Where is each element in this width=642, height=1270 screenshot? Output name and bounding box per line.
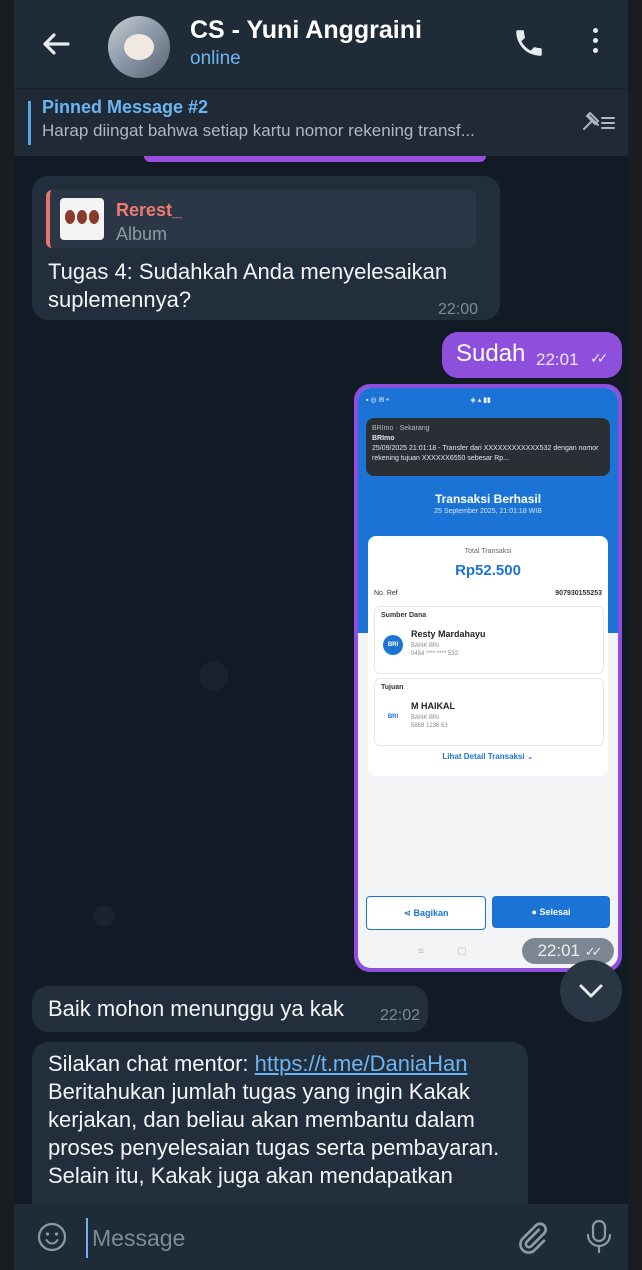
done-label: Selesai bbox=[539, 907, 571, 917]
transaction-date: 25 September 2025, 21:01:18 WIB bbox=[434, 508, 542, 515]
online-status: online bbox=[190, 48, 241, 69]
message-input-bar bbox=[14, 1204, 628, 1270]
source-bank: BANK BRI bbox=[411, 643, 440, 649]
outgoing-message[interactable]: Sudah 22:01 ✓✓ bbox=[442, 332, 622, 378]
destination-meta: BANK BRI 5868 1236 53 bbox=[411, 714, 448, 730]
message-text-cut: Selain itu, Kakak juga akan mendapatkan bbox=[48, 1163, 453, 1188]
pinned-text: Harap diingat bahwa setiap kartu nomor r… bbox=[42, 121, 475, 140]
message-body: Silakan chat mentor: https://t.me/DaniaH… bbox=[48, 1050, 522, 1190]
destination-box: Tujuan BRI M HAIKAL BANK BRI 5868 1236 5… bbox=[374, 678, 604, 746]
bank-logo-icon: BRI bbox=[383, 635, 403, 655]
read-receipt-icon: ✓✓ bbox=[590, 350, 609, 366]
transfer-receipt-screenshot[interactable]: ▪ ◎ ✉ • ◈ ▴ ▮▮ BRImo · Sekarang BRImo 25… bbox=[358, 388, 618, 968]
transaction-status: Transaksi Berhasil bbox=[434, 492, 542, 506]
reply-type: Album bbox=[116, 224, 168, 244]
incoming-message[interactable]: Baik mohon menunggu ya kak 22:02 bbox=[32, 986, 428, 1032]
amount: Rp52.500 bbox=[455, 562, 521, 579]
detail-link-text: Lihat Detail Transaksi bbox=[442, 752, 525, 761]
phone-icon[interactable] bbox=[512, 26, 546, 60]
avatar[interactable] bbox=[108, 16, 170, 78]
previous-media-edge bbox=[144, 156, 486, 162]
chevron-down-icon bbox=[579, 984, 603, 998]
chat-header: CS - Yuni Anggraini online bbox=[14, 0, 628, 88]
receipt-card: Total Transaksi Rp52.500 No. Ref 9079301… bbox=[368, 536, 608, 776]
status-bar-icons: ▪ ◎ ✉ • ◈ ▴ ▮▮ bbox=[366, 397, 491, 404]
pinned-title: Pinned Message #2 bbox=[42, 97, 209, 117]
emoji-icon[interactable] bbox=[36, 1221, 68, 1253]
total-label: Total Transaksi bbox=[464, 548, 512, 555]
android-nav-icons: ≡ ▢ bbox=[418, 946, 467, 957]
share-label: Bagikan bbox=[413, 908, 449, 918]
message-text: Beritahukan jumlah tugas yang ingin Kaka… bbox=[48, 1079, 500, 1160]
incoming-message[interactable]: Silakan chat mentor: https://t.me/DaniaH… bbox=[32, 1042, 528, 1204]
back-arrow-icon[interactable] bbox=[36, 24, 76, 64]
message-time: 22:01 bbox=[537, 941, 580, 960]
message-text: Sudah bbox=[456, 340, 526, 367]
message-time: 22:00 bbox=[438, 301, 479, 318]
bank-logo-icon: BRI bbox=[383, 707, 403, 727]
pinned-indicator bbox=[28, 101, 31, 145]
source-box: Sumber Dana BRI Resty Mardahayu BANK BRI… bbox=[374, 606, 604, 674]
destination-account: 5868 1236 53 bbox=[411, 723, 448, 729]
more-options-icon[interactable] bbox=[588, 28, 602, 62]
scroll-down-button[interactable] bbox=[560, 960, 622, 1022]
mentor-link[interactable]: https://t.me/DaniaHan bbox=[255, 1051, 468, 1076]
incoming-message[interactable]: Rerest_ Album Tugas 4: Sudahkah Anda men… bbox=[32, 176, 500, 320]
notification-card: BRImo · Sekarang BRImo 25/09/2025 21:01:… bbox=[366, 418, 610, 476]
destination-bank: BANK BRI bbox=[411, 715, 440, 721]
reply-preview[interactable]: Rerest_ Album bbox=[46, 190, 476, 248]
source-meta: BANK BRI 0454 **** **** 532 bbox=[411, 642, 458, 658]
source-label: Sumber Dana bbox=[381, 612, 427, 619]
message-time: 22:01 bbox=[536, 350, 579, 369]
message-time: 22:02 bbox=[380, 1007, 421, 1024]
destination-label: Tujuan bbox=[381, 684, 404, 691]
ref-label: No. Ref bbox=[374, 590, 398, 597]
ref-value: 907930155253 bbox=[555, 590, 602, 597]
message-input[interactable] bbox=[86, 1218, 494, 1258]
notif-body: 25/09/2025 21:01:18 - Transfer dari XXXX… bbox=[372, 445, 599, 462]
source-name: Resty Mardahayu bbox=[411, 629, 486, 639]
pin-list-icon[interactable] bbox=[580, 109, 616, 135]
outgoing-image-message[interactable]: ▪ ◎ ✉ • ◈ ▴ ▮▮ BRImo · Sekarang BRImo 25… bbox=[354, 384, 622, 972]
chat-title[interactable]: CS - Yuni Anggraini bbox=[190, 16, 422, 45]
detail-link: Lihat Detail Transaksi ⌄ bbox=[442, 752, 534, 761]
message-list[interactable]: Rerest_ Album Tugas 4: Sudahkah Anda men… bbox=[14, 156, 628, 1204]
message-text: Baik mohon menunggu ya kak bbox=[48, 996, 344, 1021]
source-account: 0454 **** **** 532 bbox=[411, 651, 459, 657]
message-text: Silakan chat mentor: bbox=[48, 1051, 255, 1076]
chat-screen: CS - Yuni Anggraini online Pinned Messag… bbox=[14, 0, 628, 1270]
notif-title: BRImo bbox=[372, 435, 395, 442]
ref-row: No. Ref 907930155253 bbox=[374, 590, 602, 597]
share-button: ⋖ Bagikan bbox=[366, 896, 486, 930]
destination-name: M HAIKAL bbox=[411, 701, 455, 711]
done-button: ● Selesai bbox=[492, 896, 610, 928]
paperclip-icon[interactable] bbox=[514, 1220, 550, 1256]
notif-app: BRImo · Sekarang bbox=[372, 425, 430, 432]
pinned-message-bar[interactable]: Pinned Message #2 Harap diingat bahwa se… bbox=[14, 88, 628, 157]
read-receipt-icon: ✓✓ bbox=[584, 944, 603, 959]
microphone-icon[interactable] bbox=[584, 1218, 614, 1256]
album-thumbnail bbox=[60, 198, 104, 240]
message-text: Tugas 4: Sudahkah Anda menyelesaikan sup… bbox=[48, 259, 448, 312]
